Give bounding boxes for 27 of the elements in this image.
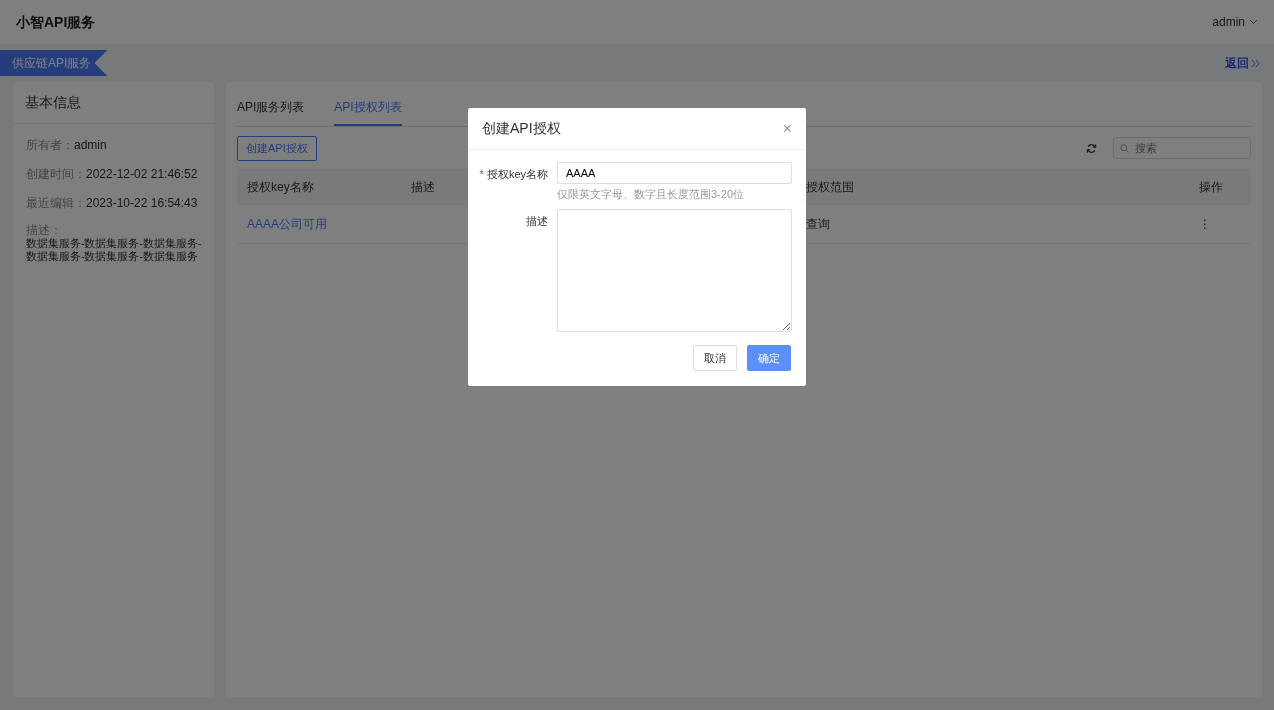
search-icon bbox=[1120, 143, 1129, 153]
column-header: 操作 bbox=[1189, 168, 1251, 205]
more-actions-button[interactable]: ⋮ bbox=[1189, 204, 1251, 244]
description-text: 描述： 数据集服务-数据集服务-数据集服务-数据集服务-数据集服务-数据集服务 bbox=[26, 223, 203, 263]
field-label: 描述 bbox=[525, 213, 548, 229]
help-text: 仅限英文字母、数字且长度范围3-20位 bbox=[557, 187, 746, 202]
cancel-button[interactable]: 取消 bbox=[693, 344, 737, 371]
back-link[interactable]: 返回 bbox=[1225, 54, 1260, 72]
close-button[interactable]: × bbox=[782, 120, 792, 137]
create-button[interactable]: 创建API授权 bbox=[237, 136, 317, 161]
chevron-down-icon bbox=[1249, 19, 1258, 25]
confirm-button[interactable]: 确定 bbox=[747, 344, 791, 371]
app-title: 小智API服务 bbox=[16, 12, 96, 32]
tab[interactable]: API授权列表 bbox=[334, 92, 402, 126]
user-menu[interactable]: admin bbox=[1212, 13, 1258, 31]
column-header: 授权key名称 bbox=[237, 168, 401, 205]
double-chevron-icon bbox=[1251, 59, 1260, 69]
search-box[interactable]: 搜索 bbox=[1113, 137, 1251, 160]
refresh-icon[interactable] bbox=[1086, 142, 1097, 154]
table-link[interactable]: AAAA公司可用 bbox=[237, 204, 401, 244]
dialog-title: 创建API授权 bbox=[482, 119, 561, 138]
tab[interactable]: API服务列表 bbox=[237, 92, 305, 126]
text-input[interactable]: AAAA bbox=[557, 162, 792, 184]
service-tag: 供应链API服务 bbox=[0, 50, 108, 76]
card-title: 基本信息 bbox=[13, 82, 214, 124]
field-label: * 授权key名称 bbox=[478, 167, 548, 182]
textarea-field[interactable] bbox=[557, 208, 792, 332]
